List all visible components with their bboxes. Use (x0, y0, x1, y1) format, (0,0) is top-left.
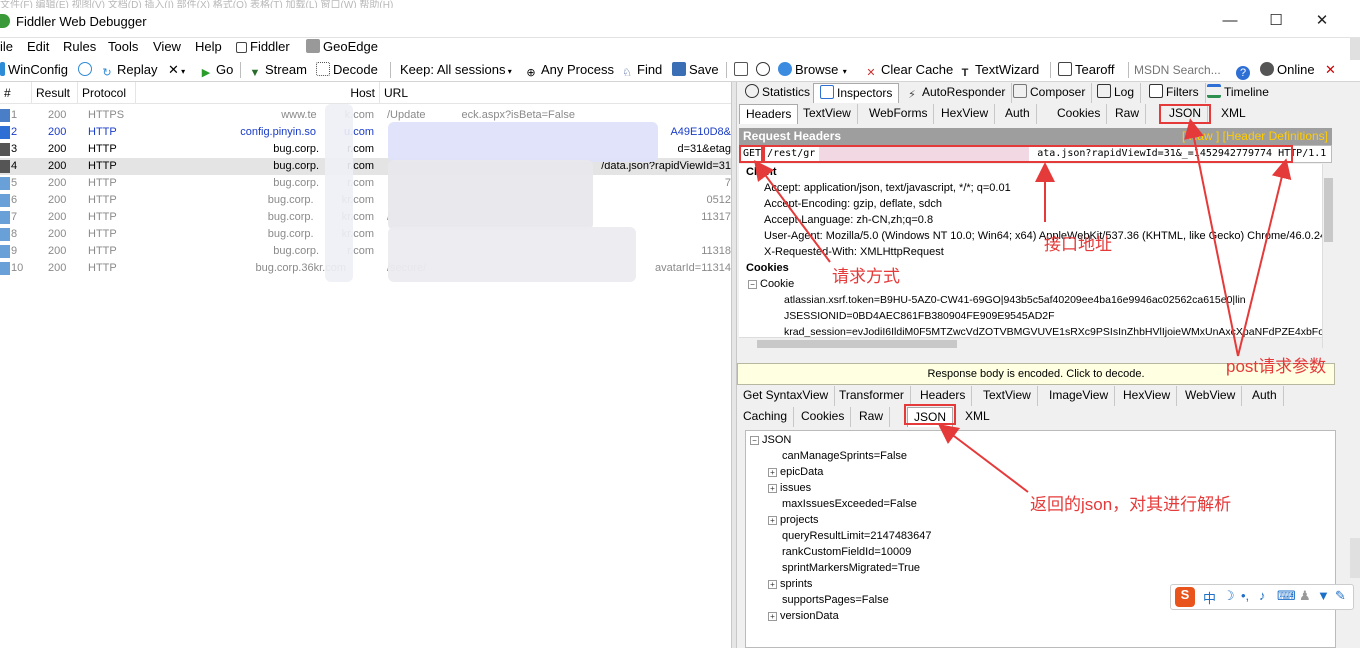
user-icon[interactable]: ♟ (1299, 588, 1311, 604)
outer-scroll-stub (1350, 38, 1360, 60)
wrench-icon[interactable]: ✎ (1335, 588, 1346, 604)
ime-lang-icon[interactable]: 中 (1203, 588, 1216, 607)
annotation-method: 请求方式 (832, 267, 900, 286)
arrow-to-post-json (1184, 118, 1239, 357)
mic-icon[interactable]: ♪ (1259, 588, 1266, 603)
annotation-url: 接口地址 (1044, 235, 1112, 254)
sogou-logo-icon: S (1175, 587, 1195, 607)
arrow-to-post-params (1237, 158, 1292, 357)
punctuation-icon[interactable]: •, (1241, 588, 1249, 603)
outer-scroll-stub (1350, 538, 1360, 578)
annotation-json: 返回的json，对其进行解析 (1030, 495, 1232, 514)
annotation-post: post请求参数 (1226, 357, 1327, 376)
arrow-to-response-json (938, 423, 1029, 493)
ime-toolbar[interactable]: S 中 ☽ •, ♪ ⌨ ♟ ▼ ✎ (1170, 584, 1354, 610)
keyboard-icon[interactable]: ⌨ (1277, 588, 1296, 604)
moon-icon[interactable]: ☽ (1223, 588, 1235, 604)
annotation-arrows (754, 118, 1292, 493)
shirt-icon[interactable]: ▼ (1317, 588, 1330, 603)
arrow-to-method (754, 159, 831, 263)
